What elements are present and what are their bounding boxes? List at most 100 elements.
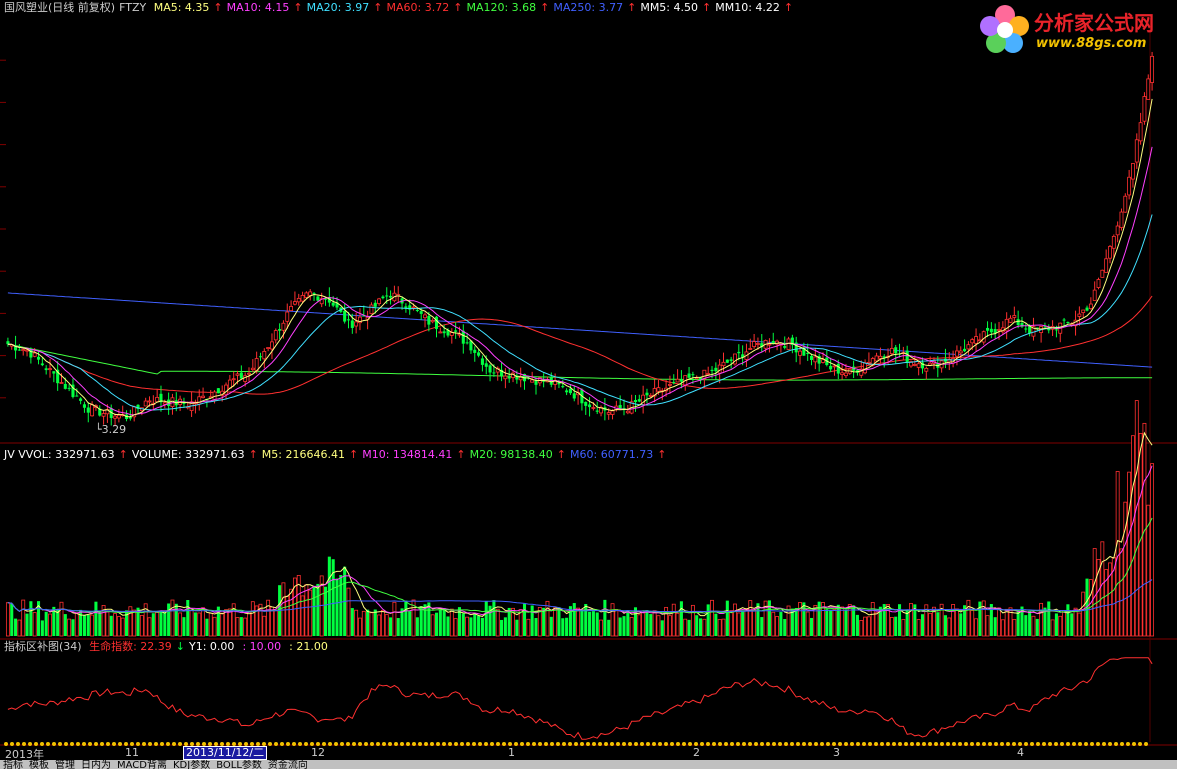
bottom-tab-1[interactable]: 模板 (29, 760, 49, 769)
baseline-dot (868, 742, 872, 746)
candle-body-73 (285, 311, 290, 322)
candle-body-107 (415, 309, 419, 311)
candle-body-9 (40, 363, 44, 366)
volume-bar-286 (1100, 541, 1105, 637)
chart-canvas[interactable] (0, 0, 1177, 760)
bottom-tab-2[interactable]: 管理 (55, 760, 75, 769)
candle-body-71 (278, 329, 282, 331)
low-price-label: 3.29 (101, 423, 127, 436)
volume-bar-108 (419, 606, 423, 636)
volume-bar-85 (331, 559, 335, 636)
candle-body-19 (79, 398, 83, 401)
candle-body-168 (648, 395, 653, 397)
baseline-dot (58, 742, 62, 746)
volume-bar-130 (503, 617, 507, 636)
bottom-tab-4[interactable]: MACD背离 (117, 760, 167, 769)
volume-bar-91 (354, 609, 359, 637)
bottom-tab-3[interactable]: 日内为 (81, 760, 111, 769)
candle-body-209 (806, 352, 810, 354)
candle-body-112 (434, 316, 439, 329)
candle-body-299 (1150, 55, 1155, 83)
baseline-dot (1012, 742, 1016, 746)
baseline-dot (526, 742, 530, 746)
baseline-dot (1006, 742, 1010, 746)
baseline-dot (496, 742, 500, 746)
volume-bar-189 (729, 610, 734, 637)
baseline-dot (724, 742, 728, 746)
candle-body-111 (430, 320, 435, 323)
volume-bar-206 (794, 608, 798, 636)
x-tick-label-6: 4 (1017, 746, 1024, 759)
volume-bar-186 (717, 619, 722, 637)
volume-bar-10 (44, 611, 48, 636)
candle-body-264 (1016, 319, 1020, 325)
volume-bar-178 (687, 619, 691, 636)
candle-body-83 (323, 298, 328, 300)
volume-bar-184 (710, 599, 714, 637)
volume-bar-167 (645, 610, 649, 636)
baseline-dot (706, 742, 710, 746)
candle-body-215 (829, 365, 833, 370)
bottom-tab-0[interactable]: 指标 (3, 760, 23, 769)
volume-bar-203 (783, 619, 787, 636)
candle-body-207 (798, 350, 802, 356)
volume-bar-225 (866, 616, 871, 637)
volume-bar-181 (699, 618, 703, 636)
candle-body-50 (197, 396, 202, 405)
candle-body-151 (584, 401, 588, 406)
baseline-dot (52, 742, 56, 746)
volume-bar-281 (1081, 591, 1086, 637)
logo-name: 分析家公式网 (1034, 11, 1154, 35)
baseline-dot (46, 742, 50, 746)
volume-bar-151 (584, 603, 588, 636)
baseline-dot (568, 742, 572, 746)
candle-body-276 (1062, 319, 1066, 321)
volume-bar-149 (576, 607, 581, 637)
candle-body-88 (343, 310, 347, 322)
candle-body-85 (331, 302, 335, 306)
volume-bar-246 (947, 617, 952, 637)
volume-bar-67 (262, 615, 267, 637)
volume-bar-202 (779, 611, 783, 636)
volume-bar-163 (629, 617, 634, 637)
candle-body-97 (377, 298, 382, 304)
volume-bar-73 (285, 595, 290, 637)
candle-body-211 (813, 356, 818, 363)
candle-body-235 (905, 350, 909, 363)
volume-bar-234 (901, 619, 906, 637)
volume-bar-185 (714, 613, 718, 636)
volume-bar-146 (565, 617, 569, 636)
candle-body-173 (667, 383, 672, 386)
volume-bar-261 (1004, 608, 1009, 637)
volume-bar-173 (667, 615, 672, 637)
candle-body-78 (304, 292, 309, 298)
volume-bar-9 (40, 620, 44, 636)
baseline-dot (976, 742, 980, 746)
candle-body-227 (874, 355, 879, 362)
volume-bar-168 (649, 614, 653, 636)
baseline-dot (670, 742, 674, 746)
volume-bar-236 (909, 603, 913, 637)
volume-bar-253 (974, 618, 978, 637)
volume-bar-235 (905, 610, 909, 636)
volume-bar-278 (1070, 613, 1074, 636)
bottom-tab-6[interactable]: BOLL参数 (216, 760, 262, 769)
baseline-dot (376, 742, 380, 746)
volume-bar-30 (120, 617, 125, 637)
volume-bar-74 (289, 588, 294, 637)
bottom-tab-7[interactable]: 资金流向 (268, 760, 308, 769)
x-tick-label-1: 11 (125, 746, 139, 759)
volume-bar-256 (985, 615, 990, 637)
volume-bar-157 (607, 619, 611, 636)
baseline-dot (592, 742, 596, 746)
candle-body-80 (312, 293, 316, 295)
candle-body-157 (606, 412, 611, 415)
candle-body-66 (258, 356, 263, 358)
volume-bar-259 (997, 607, 1001, 637)
volume-bar-20 (82, 615, 86, 636)
baseline-dot (754, 742, 758, 746)
volume-bar-35 (139, 615, 144, 637)
baseline-dot (490, 742, 494, 746)
bottom-tab-5[interactable]: KDJ参数 (173, 760, 210, 769)
volume-bar-224 (863, 616, 868, 637)
